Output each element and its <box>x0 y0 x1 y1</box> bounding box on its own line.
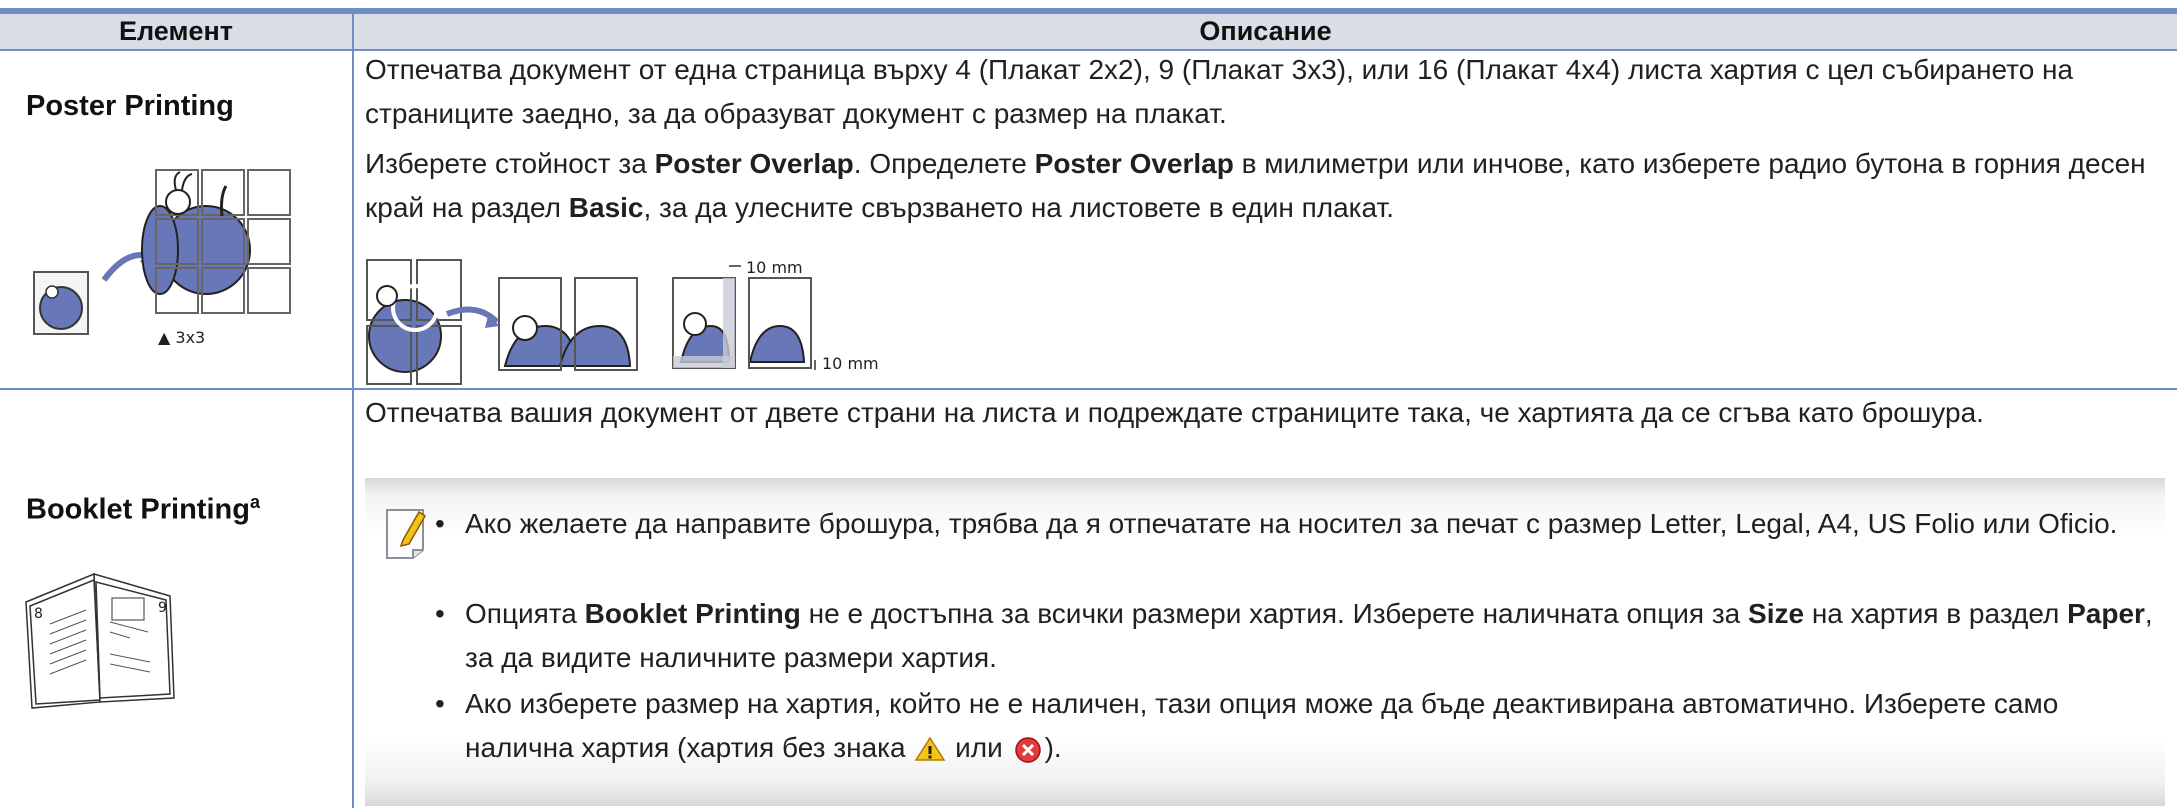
booklet-page-right: 9 <box>158 600 167 616</box>
overlap-dim-top: 10 mm <box>746 258 803 277</box>
poster-caption: ▲ 3x3 <box>158 328 206 347</box>
warning-triangle-icon <box>915 736 946 761</box>
poster-description: Отпечатва документ от една страница върх… <box>365 54 2074 129</box>
note-bullet-3: • Ако изберете размер на хартия, който не… <box>435 688 2059 763</box>
error-x-icon <box>1014 737 1041 763</box>
booklet-description: Отпечатва вашия документ от двете страни… <box>365 397 1984 428</box>
header-description: Описание <box>1199 16 1332 46</box>
header-element: Елемент <box>119 16 233 46</box>
booklet-page-left: 8 <box>34 606 43 622</box>
note-pencil-icon <box>386 509 426 559</box>
feature-table: Елемент Описание Poster Printing ▲ 3x3 О… <box>0 0 2177 808</box>
poster-overlap-instructions: Изберете стойност за Poster Overlap. Опр… <box>365 148 2146 223</box>
note-bullet-1: • Ако желаете да направите брошура, трябв… <box>435 508 2118 539</box>
row-divider <box>0 388 2177 390</box>
element-name-poster-printing: Poster Printing <box>26 90 234 122</box>
booklet-illustration <box>25 572 175 709</box>
note-bullet-2: • Опцията Booklet Printing не е достъпна … <box>435 598 2153 673</box>
overlap-dim-right: 10 mm <box>822 354 879 373</box>
column-divider <box>352 14 354 808</box>
element-name-booklet-printing: Booklet Printinga <box>26 492 260 526</box>
